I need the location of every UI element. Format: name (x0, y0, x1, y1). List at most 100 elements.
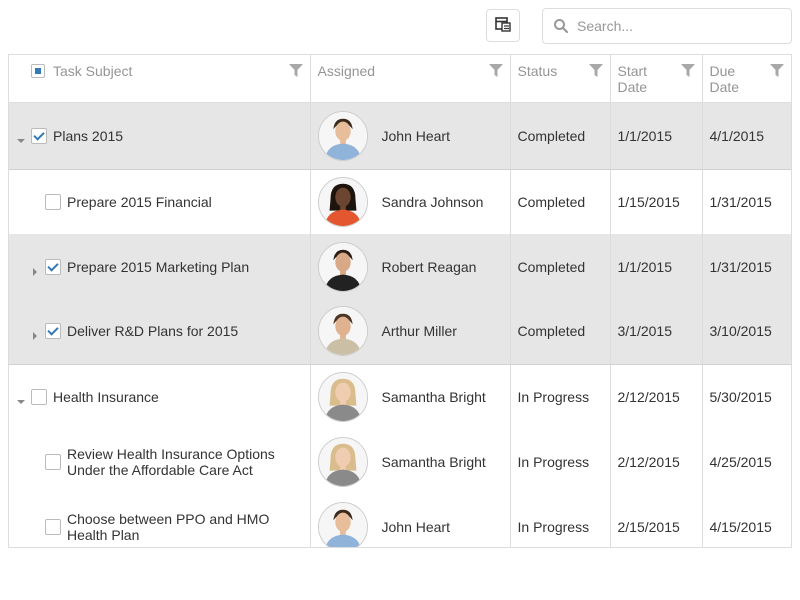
task-cell-content: Prepare 2015 Marketing Plan (9, 234, 310, 299)
row-checkbox[interactable] (31, 127, 47, 144)
avatar (317, 501, 368, 547)
task-cell-content: Deliver R&D Plans for 2015 (9, 299, 310, 364)
row-checkbox[interactable] (31, 388, 47, 405)
filter-icon[interactable] (488, 64, 503, 78)
cell-task-subject[interactable]: Choose between PPO and HMO Health Plan (9, 494, 311, 547)
task-subject: Plans 2015 (53, 127, 124, 144)
header-label: Status (517, 63, 558, 79)
cell-assigned[interactable]: Arthur Miller (310, 299, 511, 365)
assigned-name: John Heart (381, 127, 450, 144)
search-input[interactable] (577, 9, 783, 43)
assigned-name: John Heart (381, 518, 450, 535)
table-row[interactable]: Deliver R&D Plans for 2015 Arthur Miller… (9, 299, 791, 365)
cell-assigned[interactable]: Sandra Johnson (310, 169, 511, 234)
cell-task-subject[interactable]: Prepare 2015 Financial (9, 169, 311, 235)
cell-task-subject[interactable]: Health Insurance (9, 364, 311, 430)
header-start-date[interactable]: Start Date (610, 55, 703, 103)
cell-start-date[interactable]: 2/12/2015 (610, 429, 703, 494)
cell-due-date[interactable]: 3/10/2015 (702, 299, 791, 365)
avatar (317, 176, 368, 227)
row-checkbox[interactable] (45, 518, 61, 535)
task-subject: Prepare 2015 Marketing Plan (67, 258, 250, 275)
cell-start-date[interactable]: 1/1/2015 (610, 234, 703, 299)
task-cell-content: Plans 2015 (9, 103, 310, 169)
expanded-arrow-icon[interactable] (17, 393, 25, 404)
row-checkbox[interactable] (45, 323, 61, 340)
header-status[interactable]: Status (510, 55, 611, 103)
cell-task-subject[interactable]: Plans 2015 (9, 102, 311, 170)
filter-icon[interactable] (588, 64, 603, 78)
cell-task-subject[interactable]: Review Health Insurance Options Under th… (9, 429, 311, 494)
column-chooser-button[interactable] (486, 9, 520, 42)
assigned-name: Arthur Miller (381, 323, 457, 340)
task-subject: Health Insurance (53, 388, 159, 405)
cell-due-date[interactable]: 1/31/2015 (702, 234, 791, 299)
header-task-subject[interactable]: Task Subject (9, 55, 311, 103)
cell-status[interactable]: In Progress (510, 364, 611, 429)
filter-icon[interactable] (680, 64, 695, 78)
header-label: Start Date (617, 63, 648, 95)
row-checkbox[interactable] (45, 258, 61, 275)
cell-due-date[interactable]: 5/30/2015 (702, 364, 791, 429)
task-subject: Choose between PPO and HMO Health Plan (67, 510, 270, 543)
assigned-name: Samantha Bright (381, 453, 486, 470)
avatar (317, 306, 368, 357)
cell-due-date[interactable]: 1/31/2015 (702, 169, 791, 234)
table-row[interactable]: Choose between PPO and HMO Health Plan J… (9, 494, 791, 547)
collapsed-arrow-icon[interactable] (31, 263, 39, 276)
cell-due-date[interactable]: 4/1/2015 (702, 102, 791, 170)
header-due-date[interactable]: Due Date (702, 55, 791, 103)
cell-status[interactable]: Completed (510, 169, 611, 234)
header-label: Assigned (317, 63, 376, 79)
tree-list-body: Plans 2015 John Heart Completed 1/1/2015 4/… (9, 102, 791, 547)
cell-start-date[interactable]: 2/12/2015 (610, 364, 703, 429)
cell-assigned[interactable]: Robert Reagan (310, 234, 511, 299)
cell-due-date[interactable]: 4/15/2015 (702, 494, 791, 547)
search-box[interactable] (542, 8, 792, 44)
cell-due-date[interactable]: 4/25/2015 (702, 429, 791, 494)
table-row[interactable]: Review Health Insurance Options Under th… (9, 429, 791, 494)
avatar (317, 371, 368, 422)
task-subject: Review Health Insurance Options Under th… (67, 445, 275, 478)
select-all-checkbox[interactable] (31, 64, 45, 78)
cell-status[interactable]: Completed (510, 234, 611, 299)
assigned-name: Robert Reagan (381, 258, 477, 275)
cell-start-date[interactable]: 3/1/2015 (610, 299, 703, 365)
table-row[interactable]: Health Insurance Samantha Bright In Progr… (9, 364, 791, 429)
header-label: Due Date (709, 63, 740, 95)
task-subject: Prepare 2015 Financial (67, 193, 212, 210)
avatar (317, 436, 368, 487)
header-assigned[interactable]: Assigned (310, 55, 511, 103)
assigned-name: Samantha Bright (381, 388, 486, 405)
task-cell-content: Prepare 2015 Financial (9, 170, 310, 235)
cell-assigned[interactable]: John Heart (310, 102, 511, 170)
expanded-arrow-icon[interactable] (17, 132, 25, 143)
cell-status[interactable]: Completed (510, 102, 611, 170)
cell-start-date[interactable]: 1/15/2015 (610, 169, 703, 234)
table-row[interactable]: Prepare 2015 Financial Sandra Johnson Com… (9, 169, 791, 234)
row-checkbox[interactable] (45, 453, 61, 470)
cell-status[interactable]: In Progress (510, 494, 611, 547)
table-row[interactable]: Plans 2015 John Heart Completed 1/1/2015 4/… (9, 102, 791, 170)
filter-icon[interactable] (288, 64, 303, 78)
search-icon (553, 18, 569, 37)
cell-assigned[interactable]: John Heart (310, 494, 511, 547)
cell-task-subject[interactable]: Prepare 2015 Marketing Plan (9, 234, 311, 299)
cell-status[interactable]: Completed (510, 299, 611, 365)
cell-start-date[interactable]: 2/15/2015 (610, 494, 703, 547)
tree-list: Task Subject Assigned Status Start Date … (8, 54, 792, 548)
cell-assigned[interactable]: Samantha Bright (310, 364, 511, 429)
row-checkbox[interactable] (45, 193, 61, 210)
cell-task-subject[interactable]: Deliver R&D Plans for 2015 (9, 299, 311, 365)
task-cell-content: Health Insurance (9, 365, 310, 430)
collapsed-arrow-icon[interactable] (31, 327, 39, 341)
header-label: Task Subject (53, 63, 133, 79)
filter-icon[interactable] (770, 64, 784, 78)
cell-start-date[interactable]: 1/1/2015 (610, 102, 703, 170)
avatar (317, 241, 368, 292)
cell-status[interactable]: In Progress (510, 429, 611, 494)
column-chooser-icon (495, 16, 511, 35)
task-cell-content: Choose between PPO and HMO Health Plan (9, 494, 310, 547)
table-row[interactable]: Prepare 2015 Marketing Plan Robert Reaga… (9, 234, 791, 299)
cell-assigned[interactable]: Samantha Bright (310, 429, 511, 494)
